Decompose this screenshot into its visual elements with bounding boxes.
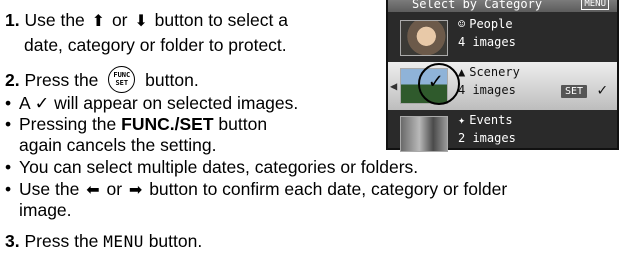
camera-screen: Select by Category MENU ☺ People 4 images…: [386, 0, 619, 152]
screen-title: Select by Category: [412, 0, 543, 11]
bullet-icon: •: [5, 179, 12, 199]
check-icon: ✓: [429, 69, 443, 94]
step-1-line-2: date, category or folder to protect.: [24, 35, 287, 55]
image-count: 4 images: [458, 83, 516, 97]
right-arrow-icon: ➡: [128, 182, 143, 199]
bullet-icon: •: [5, 93, 12, 113]
bullet-continuation: image.: [19, 200, 72, 220]
bullet-item: • You can select multiple dates, categori…: [5, 157, 419, 177]
step-1-line: 1. Use the ⬆ or ⬇ button to select a: [5, 10, 288, 32]
set-badge: SET: [560, 85, 587, 98]
menu-button-label: MENU: [103, 232, 144, 251]
step-number: 3.: [5, 231, 20, 251]
step-text: Use the: [24, 10, 85, 30]
category-row-people[interactable]: ☺ People 4 images: [388, 14, 617, 62]
image-count: 2 images: [458, 131, 516, 145]
bullet-item: • Pressing the FUNC./SET button: [5, 114, 268, 134]
step-text: or: [111, 10, 128, 30]
step-number: 1.: [5, 10, 20, 30]
thumbnail-image: [400, 20, 448, 56]
bullet-icon: •: [5, 114, 12, 134]
bullet-continuation: again cancels the setting.: [19, 135, 217, 155]
category-label: ☺ People: [458, 17, 513, 31]
step-3-line: 3. Press the MENU button.: [5, 231, 203, 251]
func-set-button-icon: FUNC SET: [108, 66, 136, 93]
category-row-events[interactable]: ✦ Events 2 images: [388, 110, 617, 158]
image-count: 4 images: [458, 35, 516, 49]
scenery-icon: ▲: [458, 65, 466, 79]
screen-header: Select by Category MENU: [388, 0, 617, 12]
category-label: ▲ Scenery: [458, 65, 520, 79]
events-icon: ✦: [458, 113, 466, 127]
up-arrow-icon: ⬆: [91, 13, 106, 30]
step-text: button to select a: [154, 10, 288, 30]
down-arrow-icon: ⬇: [134, 13, 148, 30]
left-arrow-icon: ⬅: [86, 182, 100, 199]
category-label: ✦ Events: [458, 113, 513, 127]
menu-badge: MENU: [581, 0, 609, 10]
bullet-icon: •: [5, 157, 12, 177]
step-number: 2.: [5, 70, 20, 91]
people-icon: ☺: [458, 17, 466, 31]
category-row-scenery[interactable]: ◀ ✓ ▲ Scenery 4 images SET ✓: [388, 62, 617, 110]
step-2-line: 2. Press the FUNC SET button.: [5, 66, 199, 95]
bullet-item: • A ✓ will appear on selected images.: [5, 93, 299, 113]
check-icon: ✓: [597, 80, 607, 99]
step-text: button.: [145, 70, 199, 91]
thumbnail-image: [400, 116, 448, 152]
scroll-left-icon: ◀: [390, 79, 398, 93]
selected-check-circle: ✓: [418, 63, 460, 105]
step-text: Press the: [24, 70, 99, 91]
bullet-item: • Use the ⬅ or ➡ button to confirm each d…: [5, 179, 508, 199]
